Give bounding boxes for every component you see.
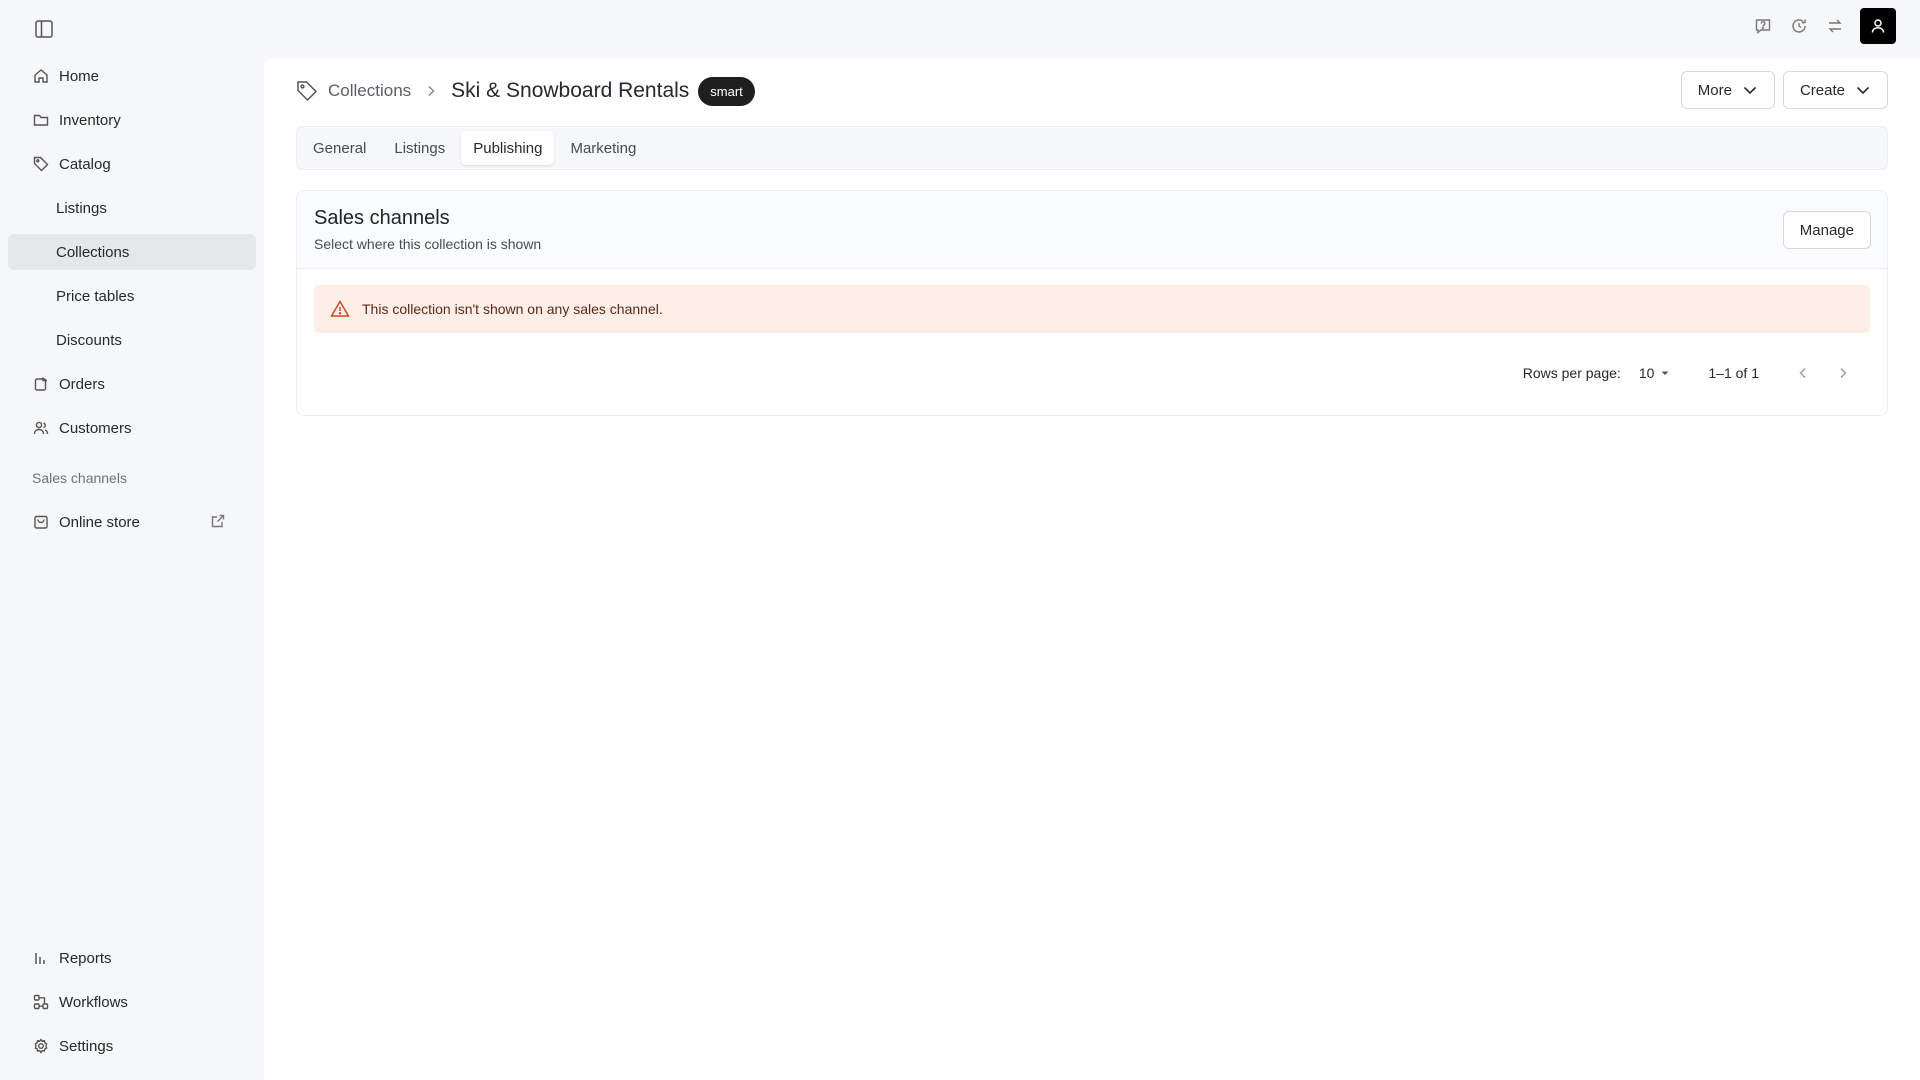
help-icon[interactable] [1752,15,1774,37]
main-panel: Collections Ski & Snowboard Rentals smar… [264,58,1920,1080]
page-title: Ski & Snowboard Rentals [451,79,690,102]
sidebar-item-customers[interactable]: Customers [8,410,256,446]
sidebar-toggle-icon[interactable] [32,18,56,40]
folder-icon [32,111,50,129]
sidebar-item-label: Catalog [59,155,111,173]
external-link-icon[interactable] [210,513,226,529]
tab-general[interactable]: General [301,131,378,165]
page-range: 1–1 of 1 [1708,365,1759,381]
tab-marketing[interactable]: Marketing [558,131,648,165]
sidebar-item-settings[interactable]: Settings [8,1028,256,1064]
history-icon[interactable] [1788,15,1810,37]
rows-per-page-select[interactable]: 10 [1639,365,1673,381]
create-button-label: Create [1799,81,1845,99]
sidebar-item-label: Collections [56,243,130,261]
sidebar-item-reports[interactable]: Reports [8,940,256,976]
manage-button[interactable]: Manage [1782,211,1871,249]
sidebar-item-home[interactable]: Home [8,58,256,94]
store-icon [32,513,50,531]
caret-down-icon [1658,366,1672,380]
sidebar-item-label: Online store [59,513,140,531]
sidebar-item-label: Reports [59,949,112,967]
gear-icon [32,1037,50,1055]
sidebar-item-inventory[interactable]: Inventory [8,102,256,138]
tag-icon [296,80,318,102]
sidebar-item-label: Price tables [56,287,135,305]
sidebar-item-label: Workflows [59,993,128,1011]
pagination: Rows per page: 10 1–1 of 1 [1523,361,1855,385]
create-button[interactable]: Create [1782,71,1888,109]
sidebar-item-label: Settings [59,1037,114,1055]
sidebar-item-workflows[interactable]: Workflows [8,984,256,1020]
next-page-icon[interactable] [1831,361,1855,385]
sidebar-item-label: Inventory [59,111,121,129]
sidebar: Home Inventory Catalog Listings Collecti… [0,0,264,1080]
switch-icon[interactable] [1824,15,1846,37]
tab-bar: General Listings Publishing Marketing [296,126,1888,170]
sidebar-item-online-store[interactable]: Online store [8,504,256,540]
sidebar-item-label: Discounts [56,331,122,349]
page-header: Collections Ski & Snowboard Rentals smar… [296,75,755,107]
sidebar-item-discounts[interactable]: Discounts [8,322,256,358]
sidebar-item-label: Customers [59,419,132,437]
header-actions: More Create [1680,71,1888,109]
more-button-label: More [1697,81,1732,99]
sidebar-item-collections[interactable]: Collections [8,234,256,270]
sales-channels-section-label: Sales channels [32,470,127,486]
sidebar-item-listings[interactable]: Listings [8,190,256,226]
warning-icon [330,299,350,319]
tag-icon [32,155,50,173]
sidebar-item-price-tables[interactable]: Price tables [8,278,256,314]
breadcrumb-collections[interactable]: Collections [328,81,411,101]
chevron-right-icon [423,83,439,99]
home-icon [32,67,50,85]
tab-publishing[interactable]: Publishing [461,131,555,165]
no-channel-alert: This collection isn't shown on any sales… [314,285,1870,333]
alert-text: This collection isn't shown on any sales… [362,301,663,317]
sidebar-item-label: Home [59,67,100,85]
chart-icon [32,949,50,967]
sidebar-item-catalog[interactable]: Catalog [8,146,256,182]
more-button[interactable]: More [1680,71,1775,109]
sales-channels-card: Sales channels Select where this collect… [296,190,1888,416]
users-icon [32,419,50,437]
card-header: Sales channels Select where this collect… [297,191,1887,269]
orders-icon [32,375,50,393]
workflow-icon [32,993,50,1011]
tab-listings[interactable]: Listings [382,131,457,165]
topbar-actions [1752,8,1896,44]
smart-badge: smart [698,76,755,106]
sidebar-item-label: Listings [56,199,107,217]
prev-page-icon[interactable] [1791,361,1815,385]
card-subtitle: Select where this collection is shown [314,236,542,252]
rows-per-page-value: 10 [1638,365,1655,381]
sidebar-item-label: Orders [59,375,105,393]
card-title: Sales channels [314,207,450,229]
sidebar-item-orders[interactable]: Orders [8,366,256,402]
user-avatar-icon[interactable] [1860,8,1896,44]
rows-per-page-label: Rows per page: [1522,365,1621,381]
chevron-down-icon [1855,82,1871,98]
chevron-down-icon [1742,82,1758,98]
